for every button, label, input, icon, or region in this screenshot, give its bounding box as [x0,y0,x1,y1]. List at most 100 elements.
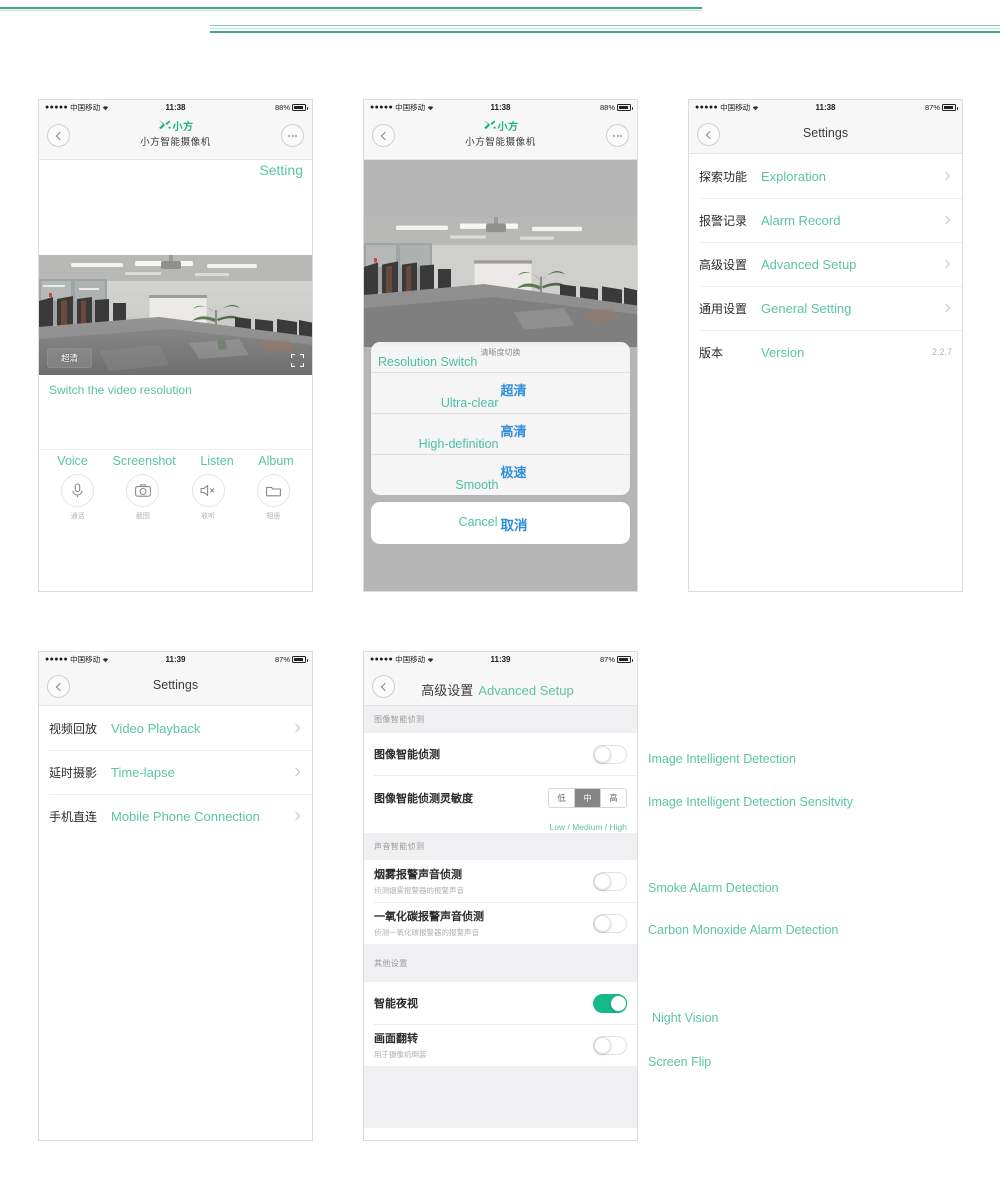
sheet-option-ultra-clear[interactable]: 超清 Ultra-clear [371,373,630,414]
chevron-right-icon [941,171,951,181]
row-subtitle: 侦测一氧化碳报警器的报警声音 [374,928,479,937]
action-sheet-card: 清晰度切换 Resolution Switch 超清 Ultra-clear 高… [371,342,630,495]
toolbar-button-album[interactable]: 相册 [249,474,297,521]
dot-icon [620,134,622,137]
settings-row-alarm-record[interactable]: 报警记录 Alarm Record [689,198,962,242]
row-title: 智能夜视 [374,998,418,1010]
toggle-screen-flip[interactable] [593,1035,627,1055]
page-title: 高级设置 Advanced Setup [364,680,631,699]
sheet-option-smooth[interactable]: 极速 Smooth [371,455,630,495]
microphone-icon [61,474,95,507]
annotation-carbon-monoxide-alarm-detection: Carbon Monoxide Alarm Detection [648,923,839,937]
settings-row-general-setting[interactable]: 通用设置 General Setting [689,286,962,330]
sheet-container: 清晰度切换 Resolution Switch 超清 Ultra-clear 高… [364,160,637,591]
annotation-screen-flip: Screen Flip [648,1055,712,1069]
page-title: Settings [802,126,849,140]
row-label-cn: 延时摄影 [49,765,98,780]
toolbar-button-voice[interactable]: 通话 [54,474,102,521]
dot-icon [295,134,297,137]
status-time: 11:39 [165,655,186,664]
toolbar-label-screenshot-cn: 截图 [135,513,150,520]
settings-row-video-playback[interactable]: 视频回放 Video Playback [39,706,312,750]
advanced-row-sensitivity[interactable]: 图像智能侦测灵敏度 低 中 高 Low / Medium / High [364,775,637,833]
fullscreen-icon[interactable] [290,353,305,368]
speaker-mute-icon [191,474,225,507]
toolbar-label-listen-cn: 收听 [201,513,216,520]
toolbar-button-screenshot[interactable]: 截图 [119,474,167,521]
conference-room-frame [364,217,637,347]
toggle-knob [594,1036,611,1054]
annotation-setting: Setting [259,162,303,178]
status-bar: ●●●●● 中国移动 11:38 88% [364,100,637,115]
status-bar-right: 88% [599,103,633,112]
battery-percent: 87% [274,655,290,664]
toolbar-anno-voice: Voice [57,454,88,468]
sheet-cancel-button[interactable]: 取消 Cancel [371,502,630,544]
annotation-version: Version [761,344,805,360]
brand-name-cn: 小方 [172,122,194,133]
page-title: Settings [152,678,199,692]
row-text: 一氧化碳报警声音侦测 侦测一氧化碳报警器的报警声音 [374,908,484,938]
row-label-cn: 探索功能 [699,169,748,184]
battery-icon [292,104,308,111]
xiaofang-logo-icon [483,117,496,135]
row-title: 图像智能侦测灵敏度 [374,793,473,805]
sheet-option-high-definition[interactable]: 高清 High-definition [371,414,630,455]
header-rule-top-2 [0,10,702,11]
toggle-carbon-monoxide-alarm[interactable] [593,913,627,933]
settings-row-mobile-phone-connection[interactable]: 手机直连 Mobile Phone Connection [39,794,312,838]
general-settings-list: 视频回放 Video Playback 延时摄影 Time-lapse 手机直连… [39,706,312,838]
toggle-knob [594,872,611,890]
toggle-image-detection[interactable] [593,744,627,764]
more-options-button[interactable] [606,124,629,147]
row-title: 画面翻转 [374,1033,418,1045]
advanced-row-image-detection[interactable]: 图像智能侦测 [364,733,637,775]
battery-percent: 88% [274,103,290,112]
segmented-control-sensitivity[interactable]: 低 中 高 [548,788,627,808]
advanced-row-smoke-alarm[interactable]: 烟雾报警声音侦测 侦测烟雾报警器的报警声音 [364,860,637,902]
chevron-right-icon [941,259,951,269]
advanced-row-night-vision[interactable]: 智能夜视 [364,982,637,1024]
toggle-smoke-alarm[interactable] [593,871,627,891]
annotation-image-intelligent-detection: Image Intelligent Detection [648,752,797,766]
more-options-button[interactable] [281,124,304,147]
battery-percent: 88% [599,103,615,112]
chevron-right-icon [941,303,951,313]
segment-low[interactable]: 低 [549,789,575,807]
battery-icon [942,104,958,111]
toggle-night-vision[interactable] [593,993,627,1013]
section-header-sound-detection: 声音智能侦测 [364,833,637,860]
section-header-image-detection: 图像智能侦测 [364,706,637,733]
header-rule-right-2 [210,28,1000,29]
xiaofang-logo-icon [158,117,171,135]
action-sheet-header: 清晰度切换 Resolution Switch [371,342,630,373]
toolbar-anno-listen: Listen [200,454,234,468]
row-text: 图像智能侦测 [374,746,440,762]
row-label-cn: 高级设置 [699,257,748,272]
battery-icon [292,656,308,663]
video-preview[interactable]: 超清 [39,255,312,375]
settings-row-advanced-setup[interactable]: 高级设置 Advanced Setup [689,242,962,286]
row-text: 智能夜视 [374,995,418,1011]
page-title-cn: 高级设置 [421,683,474,698]
status-time: 11:38 [165,103,186,112]
dot-icon [616,134,619,137]
annotation-general-setting: General Setting [761,300,852,316]
annotation-image-intelligent-detection-sensitivity: Image Intelligent Detection Sensitvity [648,795,853,809]
row-title: 图像智能侦测 [374,749,440,761]
toolbar-button-listen[interactable]: 收听 [184,474,232,521]
segment-medium[interactable]: 中 [575,789,601,807]
dot-icon [613,134,615,137]
advanced-row-carbon-monoxide-alarm[interactable]: 一氧化碳报警声音侦测 侦测一氧化碳报警器的报警声音 [364,902,637,944]
nav-bar: Settings [689,115,962,154]
row-subtitle: 用于摄像机倒装 [374,1050,427,1059]
segment-high[interactable]: 高 [601,789,626,807]
nav-bar: 小方 小方智能摄像机 [39,115,312,160]
header-rule-top [0,7,702,9]
settings-row-time-lapse[interactable]: 延时摄影 Time-lapse [39,750,312,794]
advanced-row-screen-flip[interactable]: 画面翻转 用于摄像机倒装 [364,1024,637,1066]
settings-row-exploration[interactable]: 探索功能 Exploration [689,154,962,198]
toggle-knob [594,914,611,932]
resolution-badge[interactable]: 超清 [47,348,93,368]
